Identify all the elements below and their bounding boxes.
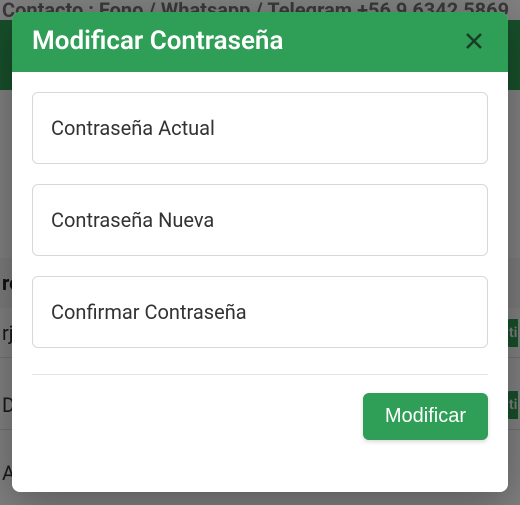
modal-title: Modificar Contraseña bbox=[32, 26, 283, 56]
close-icon bbox=[462, 29, 486, 53]
current-password-field[interactable]: Contraseña Actual bbox=[32, 92, 488, 164]
confirm-password-field[interactable]: Confirmar Contraseña bbox=[32, 276, 488, 348]
modal-header: Modificar Contraseña bbox=[12, 12, 508, 72]
change-password-modal: Modificar Contraseña Contraseña Actual C… bbox=[12, 12, 508, 492]
field-label: Contraseña Nueva bbox=[51, 208, 214, 232]
close-button[interactable] bbox=[460, 27, 488, 55]
field-label: Contraseña Actual bbox=[51, 116, 215, 140]
modal-footer: Modificar bbox=[32, 393, 488, 444]
new-password-field[interactable]: Contraseña Nueva bbox=[32, 184, 488, 256]
divider bbox=[32, 374, 488, 375]
modal-body: Contraseña Actual Contraseña Nueva Confi… bbox=[12, 72, 508, 492]
submit-button[interactable]: Modificar bbox=[363, 393, 488, 440]
field-label: Confirmar Contraseña bbox=[51, 300, 247, 324]
